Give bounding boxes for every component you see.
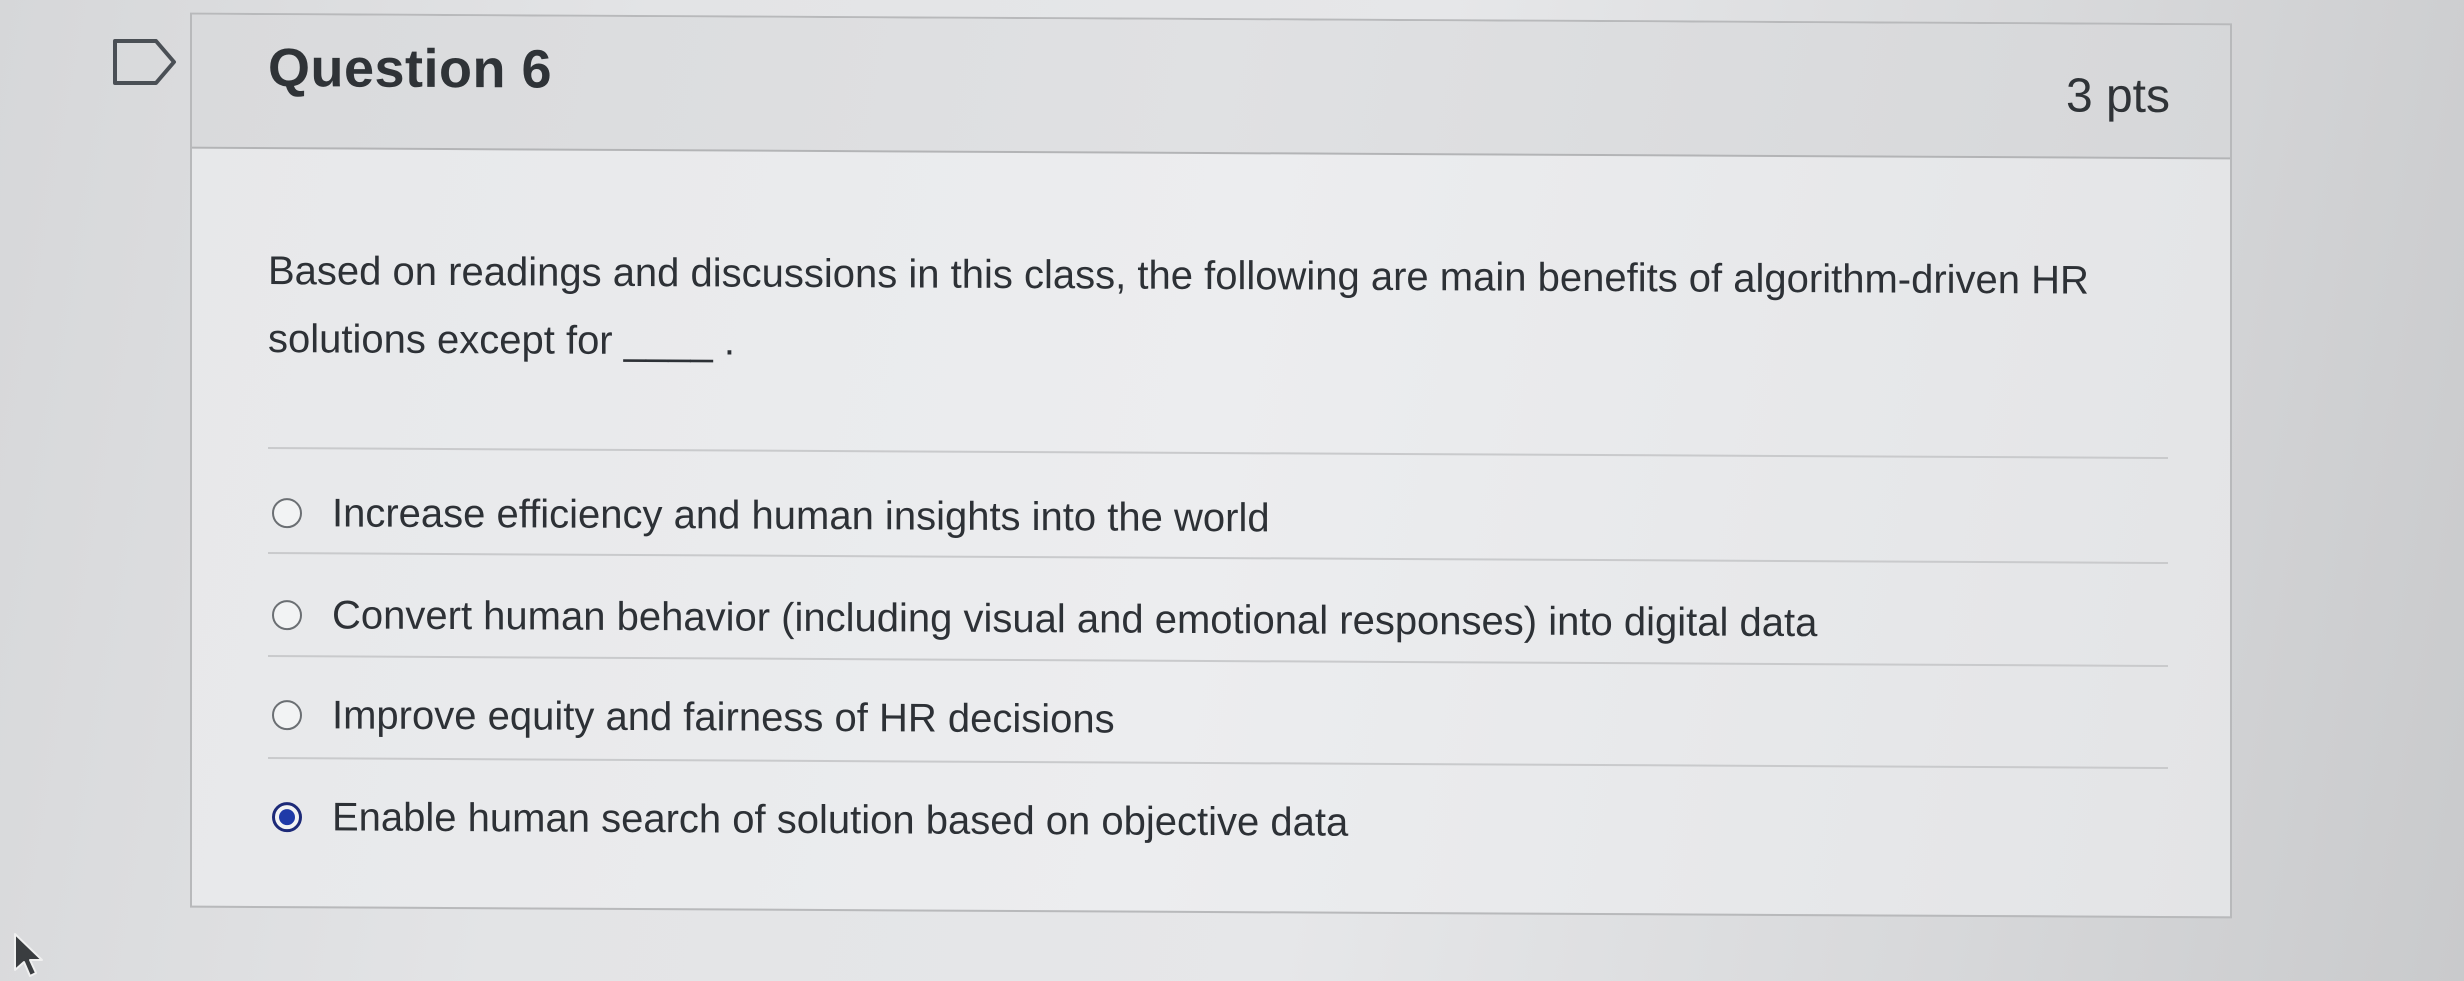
question-title: Question 6 — [268, 38, 553, 100]
mouse-pointer-icon — [14, 933, 43, 977]
answer-label: Enable human search of solution based on… — [332, 794, 1349, 845]
radio-button[interactable] — [272, 700, 302, 731]
answer-option-4[interactable]: Enable human search of solution based on… — [268, 777, 2168, 867]
radio-button[interactable] — [272, 600, 302, 631]
question-header: Question 6 3 pts — [192, 14, 2230, 160]
question-points: 3 pts — [2065, 69, 2170, 124]
radio-button[interactable] — [272, 498, 302, 529]
divider — [268, 447, 2168, 460]
radio-button-selected[interactable] — [272, 802, 302, 833]
answer-label: Increase efficiency and human insights i… — [332, 490, 1270, 540]
answer-label: Improve equity and fairness of HR decisi… — [332, 692, 1115, 741]
answer-option-2[interactable]: Convert human behavior (including visual… — [268, 575, 2168, 665]
answer-option-3[interactable]: Improve equity and fairness of HR decisi… — [268, 675, 2168, 765]
answer-label: Convert human behavior (including visual… — [332, 592, 1818, 645]
bookmark-flag-icon[interactable] — [112, 38, 178, 86]
question-text: Based on readings and discussions in thi… — [268, 249, 2089, 364]
question-card: Question 6 3 pts Based on readings and d… — [190, 12, 2232, 919]
answer-option-1[interactable]: Increase efficiency and human insights i… — [268, 473, 2168, 563]
